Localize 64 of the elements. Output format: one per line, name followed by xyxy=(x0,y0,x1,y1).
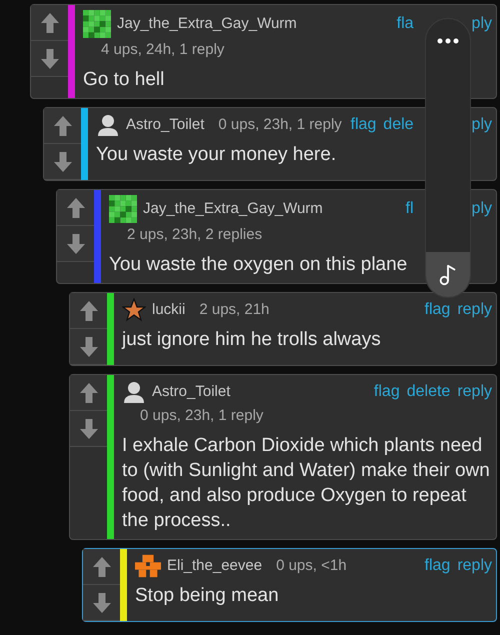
up-arrow-icon xyxy=(78,300,98,322)
username[interactable]: Astro_Toilet xyxy=(152,380,230,404)
comment-meta: 0 ups, 23h, 1 reply xyxy=(218,116,342,133)
upvote-button[interactable] xyxy=(70,375,107,411)
pixel-avatar-icon xyxy=(109,195,137,223)
action-link[interactable]: fla xyxy=(396,12,414,36)
comment-meta: 0 ups, <1h xyxy=(276,557,347,574)
username[interactable]: Jay_the_Extra_Gay_Wurm xyxy=(117,12,297,36)
more-icon[interactable] xyxy=(437,38,459,44)
up-arrow-icon xyxy=(78,382,98,404)
action-link[interactable]: ply xyxy=(472,12,492,36)
down-arrow-icon xyxy=(40,48,60,70)
star-avatar-icon xyxy=(122,298,146,322)
comment-meta: 0 ups, 23h, 1 reply xyxy=(140,407,264,424)
action-link[interactable]: reply xyxy=(457,554,492,578)
person-avatar-icon xyxy=(96,113,120,137)
action-link[interactable]: ply xyxy=(472,113,492,137)
comment-text: just ignore him he trolls always xyxy=(122,328,381,352)
action-link[interactable]: reply xyxy=(457,298,492,322)
comment-meta: 2 ups, 21h xyxy=(199,301,270,318)
person-avatar-icon xyxy=(122,380,146,404)
up-arrow-icon xyxy=(52,114,72,136)
upvote-button[interactable] xyxy=(57,190,94,226)
downvote-button[interactable] xyxy=(44,144,81,180)
action-link[interactable]: delete xyxy=(406,380,450,404)
downvote-button[interactable] xyxy=(70,411,107,447)
action-link[interactable]: flag xyxy=(424,298,450,322)
up-arrow-icon xyxy=(92,556,112,578)
action-link[interactable]: fl xyxy=(406,197,414,221)
action-link[interactable]: flag xyxy=(374,380,400,404)
down-arrow-icon xyxy=(78,418,98,440)
downvote-button[interactable] xyxy=(57,226,94,262)
action-link[interactable]: flag xyxy=(424,554,450,578)
down-arrow-icon xyxy=(52,150,72,172)
music-button[interactable] xyxy=(426,252,470,297)
downvote-button[interactable] xyxy=(70,329,107,365)
action-link[interactable]: ply xyxy=(472,197,492,221)
comment-text: You waste the oxygen on this plane xyxy=(109,253,408,277)
action-link[interactable]: dele xyxy=(383,113,414,137)
up-arrow-icon xyxy=(40,12,60,34)
upvote-button[interactable] xyxy=(44,108,81,144)
comment-text: You waste your money here. xyxy=(96,143,336,167)
down-arrow-icon xyxy=(78,336,98,358)
comment-text: I exhale Carbon Dioxide which plants need to (with Sunlight and Water) make their own food, and also produce Oxygen to repeat the process.. xyxy=(122,434,491,533)
comment-meta: 2 ups, 23h, 2 replies xyxy=(127,226,262,243)
up-arrow-icon xyxy=(66,196,86,218)
comment-meta: 4 ups, 24h, 1 reply xyxy=(101,41,224,58)
username[interactable]: Jay_the_Extra_Gay_Wurm xyxy=(143,198,323,220)
upvote-button[interactable] xyxy=(83,549,120,585)
upvote-button[interactable] xyxy=(70,293,107,329)
action-link[interactable]: reply xyxy=(457,380,492,404)
username[interactable]: Astro_Toilet xyxy=(126,114,204,136)
username[interactable]: luckii xyxy=(152,298,186,322)
downvote-button[interactable] xyxy=(31,41,68,77)
downvote-button[interactable] xyxy=(83,585,120,621)
action-link[interactable]: flag xyxy=(350,113,376,137)
comment-text: Stop being mean xyxy=(135,584,279,608)
username[interactable]: Eli_the_eevee xyxy=(167,554,262,578)
upvote-button[interactable] xyxy=(31,5,68,41)
pixel-avatar-icon xyxy=(83,10,111,38)
comment-text: Go to hell xyxy=(83,68,164,92)
down-arrow-icon xyxy=(92,592,112,614)
down-arrow-icon xyxy=(66,232,86,254)
pixel-avatar-icon xyxy=(135,554,161,578)
